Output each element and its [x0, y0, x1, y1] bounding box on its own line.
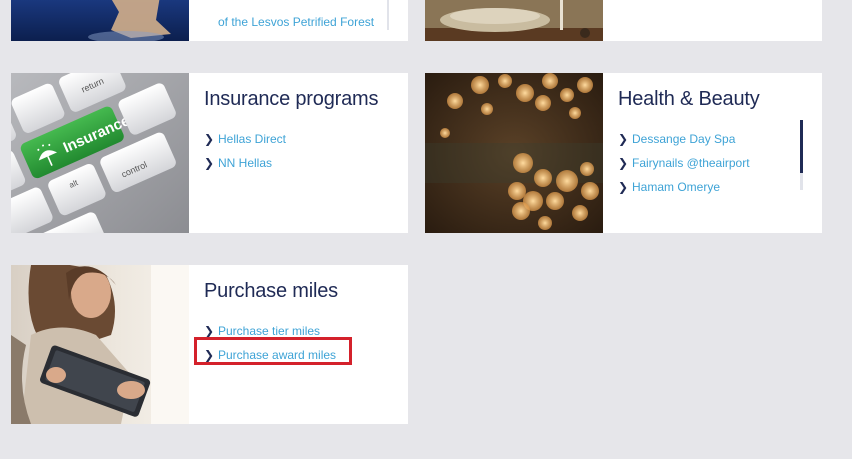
scrollbar[interactable]: [800, 120, 803, 190]
card-petrified-forest: of the Lesvos Petrified Forest: [11, 0, 408, 41]
chevron-right-icon: ❯: [204, 156, 215, 170]
link-nn-hellas[interactable]: ❯ NN Hellas: [204, 151, 286, 175]
highlight-box: [194, 337, 352, 365]
chevron-right-icon: ❯: [618, 156, 629, 170]
link-lesvos-petrified-forest[interactable]: of the Lesvos Petrified Forest: [204, 10, 374, 34]
link-dessange-day-spa[interactable]: ❯ Dessange Day Spa: [618, 127, 750, 151]
link-hamam-omerye[interactable]: ❯ Hamam Omerye: [618, 175, 750, 199]
link-list: of the Lesvos Petrified Forest: [204, 10, 374, 34]
chevron-right-icon: ❯: [204, 324, 215, 338]
card-body: of the Lesvos Petrified Forest: [189, 0, 408, 41]
card-title: Purchase miles: [204, 280, 338, 302]
link-hellas-direct[interactable]: ❯ Hellas Direct: [204, 127, 286, 151]
chevron-right-icon: ❯: [618, 180, 629, 194]
card-image-insurance-keyboard: return Insurance alt control option: [11, 73, 189, 233]
scrollbar-thumb[interactable]: [800, 120, 803, 173]
card-image-rope: [425, 0, 603, 41]
card-title: Insurance programs: [204, 88, 379, 110]
card-image-bokeh-lights: [425, 73, 603, 233]
link-list: ❯ Hellas Direct ❯ NN Hellas: [204, 127, 286, 175]
link-list: ❯ Dessange Day Spa ❯ Fairynails @theairpor…: [618, 127, 750, 199]
card-image-dancer: [11, 0, 189, 41]
card-top-right: [425, 0, 822, 41]
card-insurance-programs: return Insurance alt control option: [11, 73, 408, 233]
chevron-right-icon: ❯: [618, 132, 629, 146]
card-body: Health & Beauty ❯ Dessange Day Spa ❯ Fairy…: [603, 73, 822, 233]
scroll-track[interactable]: [387, 0, 389, 30]
card-health-beauty: Health & Beauty ❯ Dessange Day Spa ❯ Fairy…: [425, 73, 822, 233]
card-title: Health & Beauty: [618, 88, 760, 110]
card-image-woman-tablet: [11, 265, 189, 424]
chevron-right-icon: ❯: [204, 132, 215, 146]
card-body: Insurance programs ❯ Hellas Direct ❯ NN He…: [189, 73, 408, 233]
link-fairynails[interactable]: ❯ Fairynails @theairport: [618, 151, 750, 175]
